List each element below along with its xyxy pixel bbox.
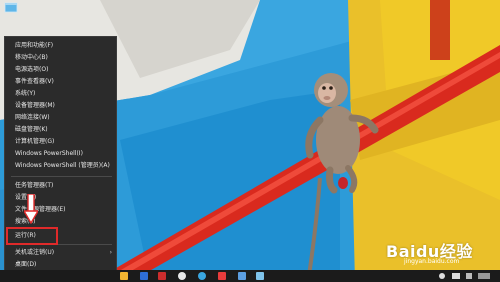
menu-item-settings[interactable]: 设置(N)	[5, 192, 118, 204]
mail-icon[interactable]	[238, 272, 246, 280]
qq-icon[interactable]	[178, 272, 186, 280]
game-icon[interactable]	[158, 272, 166, 280]
menu-item-label: 关机或注销(U)	[15, 249, 55, 256]
media-icon[interactable]	[218, 272, 226, 280]
menu-item-device-manager[interactable]: 设备管理器(M)	[5, 100, 118, 112]
menu-item-network-connections[interactable]: 网络连接(W)	[5, 112, 118, 124]
taskbar	[0, 270, 500, 282]
chevron-right-icon: ›	[109, 249, 112, 256]
menu-item-system[interactable]: 系统(Y)	[5, 88, 118, 100]
menu-item-power-options[interactable]: 电源选项(O)	[5, 64, 118, 76]
menu-item-powershell[interactable]: Windows PowerShell(I)	[5, 148, 118, 160]
menu-item-file-explorer[interactable]: 文件资源管理器(E)	[5, 204, 118, 216]
store-icon[interactable]	[140, 272, 148, 280]
menu-separator	[11, 176, 112, 177]
watermark-url: jingyan.baidu.com	[404, 258, 460, 265]
recycle-bin-icon[interactable]	[4, 2, 18, 14]
menu-item-event-viewer[interactable]: 事件查看器(V)	[5, 76, 118, 88]
desktop: 应用和功能(F) 移动中心(B) 电源选项(O) 事件查看器(V) 系统(Y) …	[0, 0, 500, 282]
menu-item-disk-management[interactable]: 磁盘管理(K)	[5, 124, 118, 136]
arrow-down-icon	[24, 194, 38, 224]
edge-icon[interactable]	[120, 272, 128, 280]
app-icon[interactable]	[256, 272, 264, 280]
menu-item-powershell-admin[interactable]: Windows PowerShell (管理员)(A)	[5, 160, 118, 172]
menu-item-task-manager[interactable]: 任务管理器(T)	[5, 180, 118, 192]
browser-icon[interactable]	[198, 272, 206, 280]
menu-item-shutdown-signout[interactable]: 关机或注销(U) ›	[5, 247, 118, 259]
system-tray[interactable]	[436, 270, 496, 282]
highlight-box	[6, 227, 58, 245]
menu-item-apps-features[interactable]: 应用和功能(F)	[5, 40, 118, 52]
menu-item-mobility-center[interactable]: 移动中心(B)	[5, 52, 118, 64]
menu-item-computer-management[interactable]: 计算机管理(G)	[5, 136, 118, 148]
